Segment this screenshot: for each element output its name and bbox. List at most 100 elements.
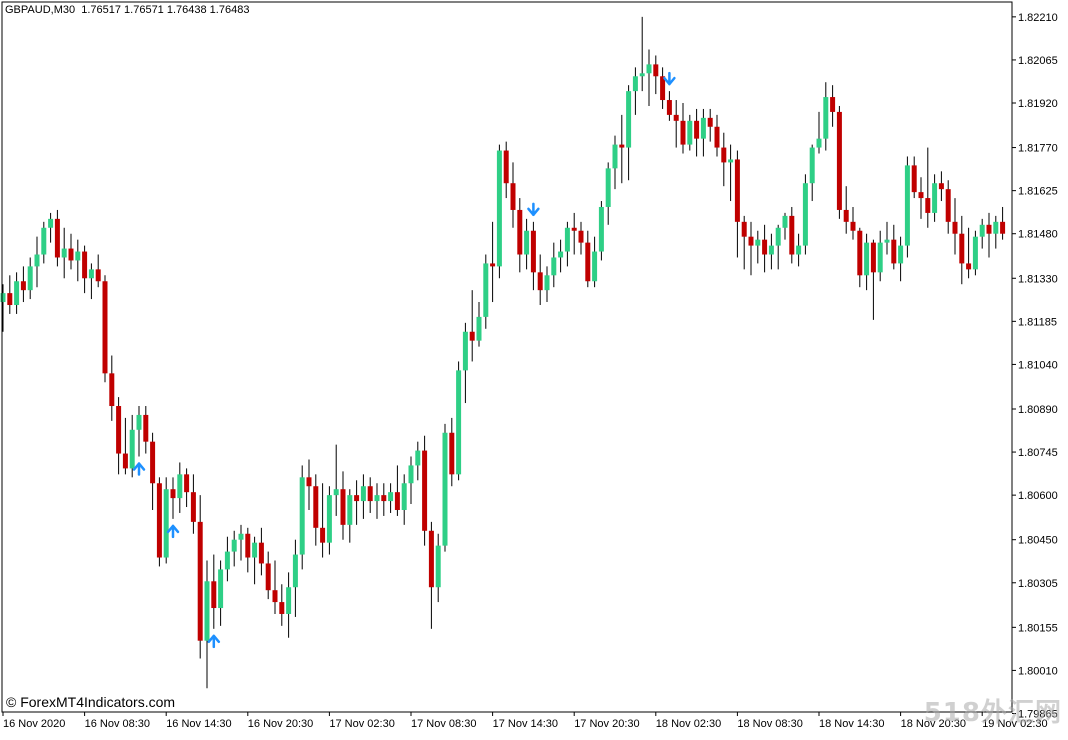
candle-body-bull	[864, 242, 870, 276]
candle-body-bear	[122, 453, 128, 469]
candle-body-bull	[347, 495, 353, 525]
candle-body-bull	[898, 245, 904, 264]
candle	[802, 174, 808, 255]
candle-body-bull	[544, 275, 550, 291]
candle-body-bull	[333, 489, 339, 496]
ohlc-readout: 1.76517 1.76571 1.76438 1.76483	[81, 4, 250, 16]
y-tick-label: 1.80890	[1018, 404, 1058, 416]
candle-body-bear	[422, 450, 428, 531]
candle-body-bull	[34, 254, 40, 267]
candle-body-bull	[360, 486, 366, 502]
candle-body-bear	[619, 144, 625, 148]
x-tick-label: 18 Nov 02:30	[656, 718, 721, 730]
candle-body-bear	[150, 441, 156, 484]
candle-body-bear	[490, 263, 496, 267]
candle-body-bear	[258, 542, 264, 564]
x-tick-label: 18 Nov 08:30	[737, 718, 802, 730]
candle-body-bear	[966, 263, 972, 270]
candle	[456, 361, 462, 481]
candle-body-bull	[238, 533, 244, 540]
candle-body-bear	[517, 209, 523, 255]
candle-body-bull	[809, 147, 815, 184]
candle-body-bull	[299, 477, 305, 555]
x-tick-label: 18 Nov 14:30	[819, 718, 884, 730]
candle-body-bull	[415, 450, 421, 466]
candle-body-bear	[721, 147, 727, 163]
candle-body-bull	[48, 218, 54, 228]
candle-body-bull	[993, 221, 999, 234]
y-tick-label: 1.81330	[1018, 273, 1058, 285]
candle-body-bull	[286, 587, 292, 614]
candle-body-bear	[381, 495, 387, 502]
y-tick-label: 1.80010	[1018, 665, 1058, 677]
candle-body-bear	[102, 281, 108, 374]
candle-body-bear	[272, 590, 278, 603]
chart-window: 1.82210 1.82065 1.81920 1.81770 1.81625 1.814…	[0, 0, 1068, 735]
candle-body-bear	[54, 218, 60, 258]
candle-body-bear	[925, 198, 931, 213]
candle-body-bear	[530, 230, 536, 273]
candle-body-bull	[0, 293, 6, 303]
candle-body-bear	[116, 406, 122, 454]
candle-body-bear	[95, 269, 101, 282]
candle-body-bear	[109, 373, 115, 407]
candle-body-bear	[340, 489, 346, 525]
y-tick-label: 1.82210	[1018, 12, 1058, 24]
candle-body-bear	[265, 563, 271, 591]
candle-body-bull	[177, 474, 183, 499]
candle-body-bear	[367, 486, 373, 502]
candle-body-bear	[156, 483, 162, 558]
watermark-text: © ForexMT4Indicators.com	[6, 694, 176, 710]
candle-body-bull	[598, 206, 604, 252]
candle-body-bear	[1000, 221, 1006, 234]
corner-watermark: 518外汇网	[923, 698, 1062, 728]
candle-body-bear	[510, 183, 516, 210]
candle-body-bear	[748, 236, 754, 246]
candle-body-bull	[435, 545, 441, 588]
candle-body-bear	[320, 527, 326, 543]
candle-body-bear	[952, 221, 958, 234]
candle-body-bull	[231, 539, 237, 552]
candle	[163, 477, 169, 564]
candle-body-bear	[354, 495, 360, 502]
candle-body-bear	[653, 64, 659, 77]
candle-body-bull	[612, 144, 618, 169]
candle-body-bear	[170, 489, 176, 499]
y-tick-label: 1.80450	[1018, 535, 1058, 547]
candle-body-bull	[728, 159, 734, 163]
candle	[598, 201, 604, 261]
candle-body-bear	[82, 251, 88, 279]
x-tick-label: 17 Nov 20:30	[574, 718, 639, 730]
candle-body-bull	[252, 542, 258, 558]
candle-body-bear	[394, 492, 400, 510]
candle-body-bear	[918, 192, 924, 199]
candle-body-bear	[938, 183, 944, 190]
y-tick-label: 1.81920	[1018, 98, 1058, 110]
candle-body-bull	[496, 150, 502, 267]
candle-body-bull	[979, 224, 985, 237]
candle-body-bull	[564, 227, 570, 252]
candle-body-bull	[401, 483, 407, 510]
candle	[496, 144, 502, 279]
candle-body-bull	[592, 251, 598, 282]
candle-body-bull	[129, 429, 135, 469]
candle-body-bear	[959, 233, 965, 264]
candle	[972, 230, 978, 276]
candle	[422, 435, 428, 546]
candle-body-bull	[768, 245, 774, 255]
candle-body-bull	[632, 76, 638, 92]
candle-body-bull	[796, 245, 802, 255]
candle-body-bull	[551, 257, 557, 276]
candle-body-bull	[14, 281, 20, 306]
y-tick-label: 1.81625	[1018, 186, 1058, 198]
candle	[156, 477, 162, 567]
x-tick-label: 17 Nov 14:30	[493, 718, 558, 730]
y-tick-label: 1.80305	[1018, 578, 1058, 590]
candle-body-bear	[673, 114, 679, 121]
candle-body-bear	[762, 239, 768, 255]
candle-body-bull	[204, 581, 210, 641]
candle-body-bull	[462, 331, 468, 371]
candle-body-bear	[313, 486, 319, 528]
candle-body-bull	[224, 551, 230, 570]
candle-body-bull	[816, 138, 822, 148]
